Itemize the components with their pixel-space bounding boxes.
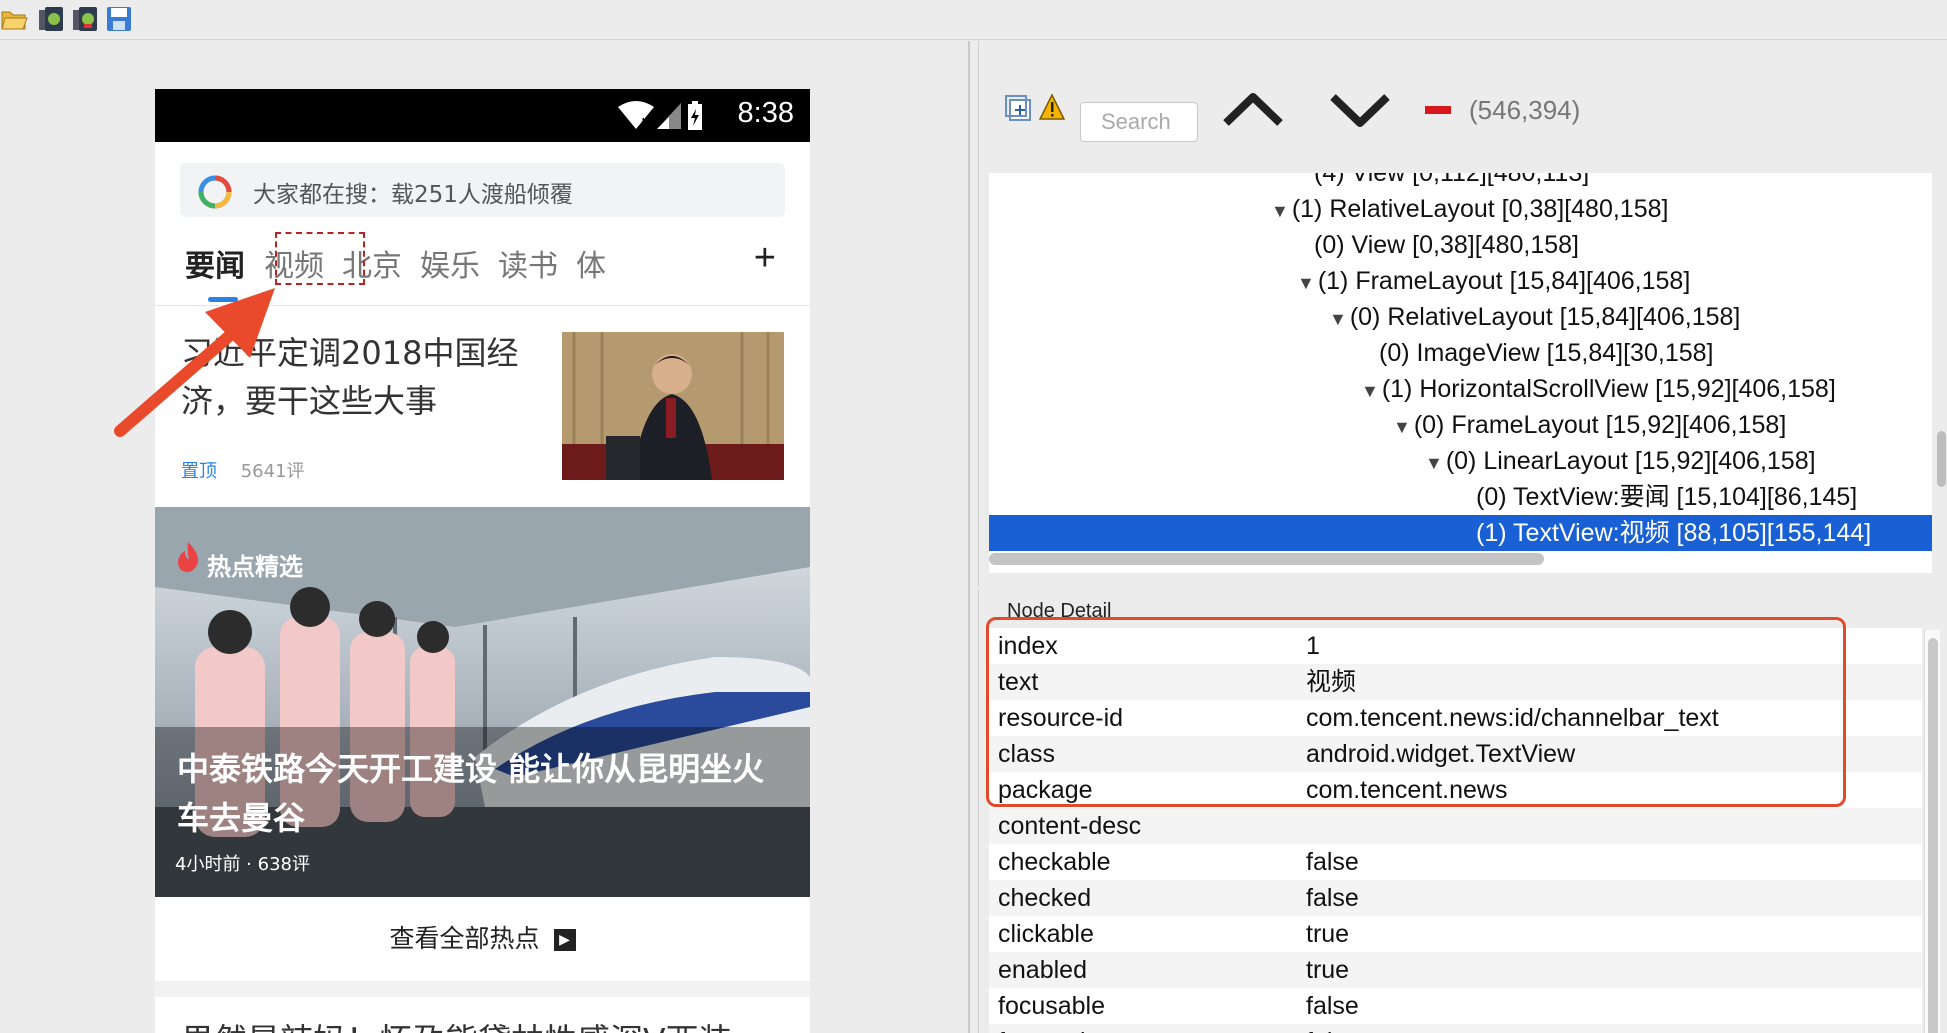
- detail-row[interactable]: content-desc: [989, 808, 1922, 844]
- expand-triangle-icon[interactable]: ▼: [1329, 301, 1347, 337]
- svg-text:!: !: [641, 116, 645, 131]
- save-icon[interactable]: [106, 6, 134, 32]
- hot-headline-line1: 中泰铁路今天开工建设 能让你从昆明坐火: [177, 750, 765, 788]
- screen: ! 8:38 大家都在搜：载251人渡船倾覆 要闻 视频 北京 娱乐 读书 体 …: [0, 0, 1947, 1033]
- detail-scroll-thumb[interactable]: [1928, 638, 1938, 1033]
- arrow-right-icon: ▶: [553, 929, 576, 951]
- tree-node[interactable]: ▼ (0) LinearLayout [15,92][406,158]: [989, 443, 1932, 479]
- detail-vertical-scrollbar[interactable]: [1924, 630, 1940, 1033]
- annotation-arrow: [114, 288, 275, 437]
- chevron-down-icon[interactable]: [1329, 89, 1391, 134]
- device-screenshot-icon[interactable]: [38, 6, 66, 32]
- tree-node[interactable]: (0) View [0,38][480,158]: [989, 227, 1932, 263]
- tab-entertainment[interactable]: 娱乐: [420, 241, 480, 285]
- status-time: 8:38: [737, 97, 794, 129]
- flame-icon: [178, 542, 198, 572]
- hot-topics-label: 热点精选: [207, 553, 303, 581]
- tree-node[interactable]: (4) View [0,112][480,113]: [989, 173, 1932, 191]
- add-channel-button[interactable]: +: [754, 237, 776, 280]
- pinned-badge: 置顶: [181, 461, 217, 482]
- tree-vertical-scrollbar[interactable]: [1937, 431, 1946, 487]
- tree-horizontal-scrollbar[interactable]: [989, 553, 1544, 565]
- hierarchy-pane: Search (546,394) (4) View [0,112][480,11…: [978, 41, 1947, 587]
- detail-row[interactable]: checkable false: [989, 844, 1922, 880]
- clear-selection-icon[interactable]: [1425, 103, 1451, 121]
- tree-node[interactable]: ▼ (1) RelativeLayout [0,38][480,158]: [989, 191, 1932, 227]
- tab-sports[interactable]: 体: [576, 241, 606, 285]
- hot-meta: 4小时前 · 638评: [175, 854, 310, 875]
- expand-triangle-icon[interactable]: ▼: [1271, 193, 1289, 229]
- signal-icon: [657, 103, 681, 129]
- tencent-news-logo-icon: [198, 175, 232, 209]
- detail-row[interactable]: focusedfalse: [989, 1024, 1922, 1033]
- toolbar: [0, 0, 1947, 40]
- tab-reading[interactable]: 读书: [498, 241, 558, 285]
- phone-screen[interactable]: ! 8:38 大家都在搜：载251人渡船倾覆 要闻 视频 北京 娱乐 读书 体 …: [155, 89, 810, 1033]
- expand-triangle-icon[interactable]: ▼: [1393, 409, 1411, 445]
- hot-topics-card[interactable]: 热点精选 中泰铁路今天开工建设 能让你从昆明坐火 车去曼谷 4小时前 · 638…: [155, 507, 810, 897]
- annotation-highlight-box: [986, 617, 1846, 807]
- tree-node[interactable]: ▼ (0) FrameLayout [15,92][406,158]: [989, 407, 1932, 443]
- device-screenshot-compressed-icon[interactable]: [72, 6, 100, 32]
- article-meta: 置顶 5641评: [181, 457, 305, 483]
- tree-node[interactable]: ▼ (1) FrameLayout [15,84][406,158]: [989, 263, 1932, 299]
- cursor-coordinates: (546,394): [1469, 95, 1581, 125]
- tree-node[interactable]: ▼ (1) HorizontalScrollView [15,92][406,15…: [989, 371, 1932, 407]
- expand-triangle-icon[interactable]: ▼: [1425, 445, 1443, 481]
- section-gap: [155, 981, 810, 997]
- folder-open-icon[interactable]: [0, 6, 28, 32]
- node-search-input[interactable]: Search: [1080, 102, 1198, 142]
- hierarchy-tree[interactable]: (4) View [0,112][480,113] ▼ (1) RelativeL…: [989, 173, 1932, 573]
- article-title-2[interactable]: 果然是辣妈！怀孕熊黛林性感深V西装: [181, 1017, 791, 1033]
- expand-triangle-icon[interactable]: ▼: [1297, 265, 1315, 301]
- warning-icon[interactable]: [1038, 93, 1066, 126]
- chevron-up-icon[interactable]: [1222, 89, 1284, 134]
- search-bar[interactable]: 大家都在搜：载251人渡船倾覆: [180, 163, 785, 217]
- device-screenshot-pane: ! 8:38 大家都在搜：载251人渡船倾覆 要闻 视频 北京 娱乐 读书 体 …: [0, 41, 970, 1033]
- tree-node[interactable]: (0) ImageView [15,84][30,158]: [989, 335, 1932, 371]
- detail-row[interactable]: enabled true: [989, 952, 1922, 988]
- detail-row[interactable]: checked false: [989, 880, 1922, 916]
- view-all-hot-button[interactable]: 查看全部热点 ▶: [155, 897, 810, 981]
- search-hint: 大家都在搜：载251人渡船倾覆: [253, 182, 573, 208]
- battery-icon: [688, 101, 702, 130]
- tab-fade: [678, 231, 758, 303]
- status-bar: ! 8:38: [155, 89, 810, 142]
- detail-row[interactable]: clickable true: [989, 916, 1922, 952]
- wifi-icon: !: [618, 101, 654, 131]
- article-thumbnail[interactable]: [562, 332, 784, 480]
- expand-all-icon[interactable]: [1005, 95, 1033, 128]
- tree-node[interactable]: (0) TextView:要闻 [15,104][86,145]: [989, 479, 1932, 515]
- detail-row[interactable]: focusable false: [989, 988, 1922, 1024]
- view-all-label: 查看全部热点: [389, 924, 540, 953]
- comment-count: 5641评: [240, 461, 305, 482]
- tree-node[interactable]: ▼ (0) RelativeLayout [15,84][406,158]: [989, 299, 1932, 335]
- expand-triangle-icon[interactable]: ▼: [1361, 373, 1379, 409]
- hot-headline-line2: 车去曼谷: [177, 799, 306, 837]
- tree-node-selected[interactable]: (1) TextView:视频 [88,105][155,144]: [989, 515, 1932, 551]
